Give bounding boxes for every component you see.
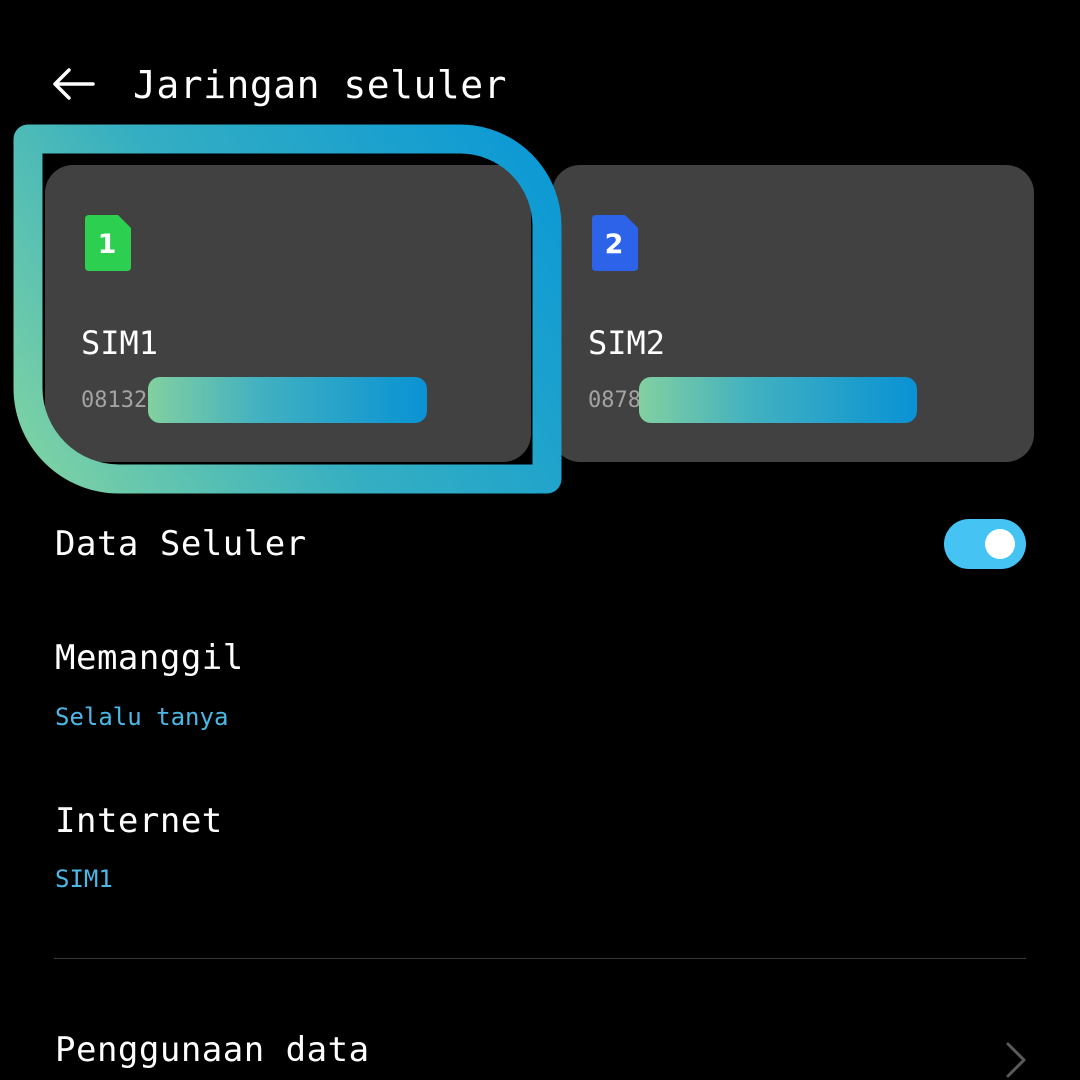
sim1-name: SIM1 (81, 324, 159, 362)
internet-label: Internet (55, 801, 223, 841)
sim2-number-redaction (639, 377, 917, 423)
sim2-name: SIM2 (588, 324, 666, 362)
data-usage-row[interactable]: Penggunaan data (0, 1010, 1080, 1080)
internet-value: SIM1 (55, 865, 113, 893)
sim2-badge-number: 2 (605, 229, 624, 260)
calling-row[interactable]: Memanggil Selalu tanya (0, 625, 1080, 745)
calling-value: Selalu tanya (55, 703, 229, 731)
sim1-number-redaction (148, 377, 427, 423)
section-divider (54, 958, 1026, 959)
chevron-right-icon (1004, 1040, 1028, 1080)
toggle-knob (985, 529, 1015, 559)
sim-card-1-icon: 1 (85, 215, 131, 271)
arrow-left-icon (51, 67, 95, 105)
back-button[interactable] (40, 60, 106, 112)
sim1-badge-number: 1 (98, 229, 117, 260)
calling-label: Memanggil (55, 638, 244, 678)
sim2-number: 0878 (588, 388, 641, 413)
sim-card-2-icon: 2 (592, 215, 638, 271)
mobile-data-row[interactable]: Data Seluler (0, 505, 1080, 585)
mobile-data-toggle[interactable] (944, 519, 1026, 569)
sim2-card[interactable]: 2 SIM2 0878 (552, 165, 1034, 462)
sim1-number: 08132 (81, 388, 148, 413)
mobile-data-label: Data Seluler (55, 524, 307, 564)
internet-row[interactable]: Internet SIM1 (0, 787, 1080, 907)
page-title: Jaringan seluler (133, 63, 508, 107)
sim1-card[interactable]: 1 SIM1 08132 (45, 165, 531, 462)
data-usage-label: Penggunaan data (55, 1030, 370, 1070)
